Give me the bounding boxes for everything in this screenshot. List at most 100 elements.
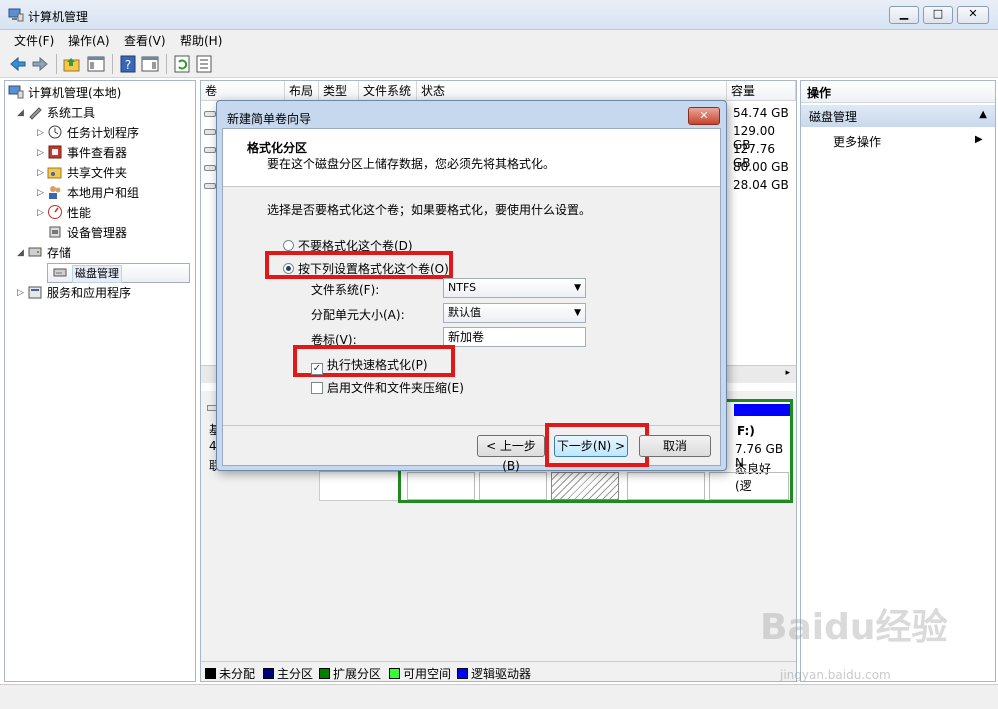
tree-item-services-apps[interactable]: ▷ 服务和应用程序 (17, 283, 131, 303)
submenu-arrow-icon[interactable]: ▶ (975, 134, 983, 145)
more-actions-item[interactable]: 更多操作 (833, 133, 881, 150)
allocation-unit-select[interactable]: 默认值 ▼ (443, 303, 586, 323)
toolbar-separator (56, 54, 57, 74)
back-arrow-icon[interactable] (8, 54, 28, 74)
back-button[interactable]: < 上一步(B) (477, 435, 545, 473)
next-button[interactable]: 下一步(N) > (554, 435, 628, 457)
column-header-status[interactable]: 状态 (417, 81, 727, 101)
collapsed-triangle-icon[interactable]: ▷ (37, 203, 47, 223)
checkbox-unchecked[interactable] (311, 382, 323, 394)
free-space-block[interactable] (551, 472, 619, 500)
performance-gauge-icon (48, 205, 62, 219)
properties-icon[interactable] (194, 54, 214, 74)
checkbox-label: 执行快速格式化(P) (327, 358, 428, 372)
collapsed-triangle-icon[interactable]: ▷ (37, 143, 47, 163)
file-system-select[interactable]: NTFS ▼ (443, 278, 586, 298)
partition-block[interactable] (319, 471, 399, 501)
disk-management-icon (53, 268, 67, 277)
quick-format-checkbox[interactable]: ✓ 执行快速格式化(P) (311, 356, 428, 375)
scroll-right-arrow-icon[interactable]: ▸ (785, 368, 790, 378)
dialog-close-button[interactable]: ✕ (688, 107, 720, 125)
menu-help[interactable]: 帮助(H) (180, 32, 222, 49)
volume-label-input[interactable]: 新加卷 (443, 327, 586, 347)
tree-item-event-viewer[interactable]: ▷ 事件查看器 (37, 143, 127, 163)
up-folder-icon[interactable] (62, 54, 82, 74)
drive-icon (204, 165, 216, 171)
tree-item-label: 事件查看器 (67, 146, 128, 160)
tree-item-label: 服务和应用程序 (47, 286, 132, 300)
shared-folder-icon (47, 167, 62, 179)
cancel-button[interactable]: 取消 (639, 435, 711, 457)
tree-item-task-scheduler[interactable]: ▷ 任务计划程序 (37, 123, 139, 143)
minimize-button[interactable]: ▁ (889, 6, 919, 24)
tree-item-disk-management[interactable]: 磁盘管理 (47, 263, 190, 283)
column-header-file-system[interactable]: 文件系统 (359, 81, 417, 101)
maximize-button[interactable]: □ (923, 6, 953, 24)
window-title: 计算机管理 (28, 10, 89, 24)
legend-label: 可用空间 (403, 667, 452, 681)
users-icon (49, 186, 61, 199)
forward-arrow-icon[interactable] (30, 54, 50, 74)
compression-checkbox[interactable]: 启用文件和文件夹压缩(E) (311, 379, 464, 396)
collapsed-triangle-icon[interactable]: ▷ (17, 283, 27, 303)
tree-item-device-manager[interactable]: 设备管理器 (47, 223, 127, 243)
legend: 未分配 主分区 扩展分区 可用空间 逻辑驱动器 (201, 661, 796, 681)
radio-button-selected[interactable] (283, 263, 294, 274)
close-button[interactable]: ✕ (957, 6, 989, 24)
radio-button[interactable] (283, 240, 294, 251)
toolbar: ? (0, 50, 998, 78)
actions-header: 操作 (801, 81, 995, 103)
tree-item-local-users[interactable]: ▷ 本地用户和组 (37, 183, 139, 203)
partition-block[interactable] (407, 472, 475, 500)
tree-item-shared-folders[interactable]: ▷ 共享文件夹 (37, 163, 127, 183)
show-hide-action-pane-icon[interactable] (140, 54, 160, 74)
computer-management-icon (8, 8, 24, 22)
tree-item-computer-management[interactable]: 计算机管理(本地) (8, 83, 121, 103)
drive-icon (204, 129, 216, 135)
collapsed-triangle-icon[interactable]: ▷ (37, 123, 47, 143)
collapsed-triangle-icon[interactable]: ▷ (37, 183, 47, 203)
watermark-url: jingyan.baidu.com (780, 668, 891, 682)
column-header-volume[interactable]: 卷 (201, 81, 285, 101)
tree-item-label: 性能 (67, 206, 92, 220)
tree-item-label: 磁盘管理 (72, 265, 122, 283)
capacity-cell: 54.74 GB (733, 106, 789, 120)
partition-block[interactable] (627, 472, 705, 500)
format-question: 选择是否要格式化这个卷；如果要格式化，要使用什么设置。 (267, 203, 592, 217)
tree-item-system-tools[interactable]: ◢ 系统工具 (17, 103, 95, 123)
refresh-icon[interactable] (172, 54, 192, 74)
collapsed-triangle-icon[interactable]: ▷ (37, 163, 47, 183)
column-header-type[interactable]: 类型 (319, 81, 359, 101)
dropdown-arrow-icon: ▼ (574, 283, 581, 293)
checkbox-checked[interactable]: ✓ (311, 363, 323, 375)
help-icon[interactable]: ? (118, 54, 138, 74)
legend-free-space: 可用空间 (389, 665, 451, 682)
logical-drive-bar (734, 404, 790, 416)
tree-item-label: 计算机管理(本地) (28, 86, 122, 100)
radio-label: 按下列设置格式化这个卷(O) (298, 262, 449, 276)
column-header-layout[interactable]: 布局 (285, 81, 319, 101)
legend-swatch (205, 668, 216, 679)
tree-item-label: 系统工具 (47, 106, 96, 120)
menu-action[interactable]: 操作(A) (68, 32, 110, 49)
tree-item-storage[interactable]: ◢ 存储 (17, 243, 71, 263)
menu-view[interactable]: 查看(V) (124, 32, 166, 49)
collapse-up-icon[interactable]: ▲ (979, 109, 987, 120)
radio-format[interactable]: 按下列设置格式化这个卷(O) (283, 260, 449, 277)
partition-block[interactable] (709, 472, 789, 500)
drive-icon (204, 147, 216, 153)
legend-primary: 主分区 (263, 665, 313, 682)
capacity-cell: 28.04 GB (733, 178, 789, 192)
expanded-triangle-icon[interactable]: ◢ (17, 243, 27, 263)
partition-block[interactable] (479, 472, 547, 500)
wizard-heading: 格式化分区 (247, 141, 308, 155)
tree-item-performance[interactable]: ▷ 性能 (37, 203, 91, 223)
show-hide-tree-icon[interactable] (86, 54, 106, 74)
wizard-header: 格式化分区 要在这个磁盘分区上储存数据，您必须先将其格式化。 (223, 129, 720, 187)
expanded-triangle-icon[interactable]: ◢ (17, 103, 27, 123)
menu-file[interactable]: 文件(F) (14, 32, 54, 49)
actions-section-disk-management[interactable]: 磁盘管理 ▲ (801, 105, 995, 127)
column-header-capacity[interactable]: 容量 (727, 81, 796, 101)
allocation-unit-label: 分配单元大小(A): (311, 308, 405, 322)
tree-item-label: 本地用户和组 (67, 186, 140, 200)
